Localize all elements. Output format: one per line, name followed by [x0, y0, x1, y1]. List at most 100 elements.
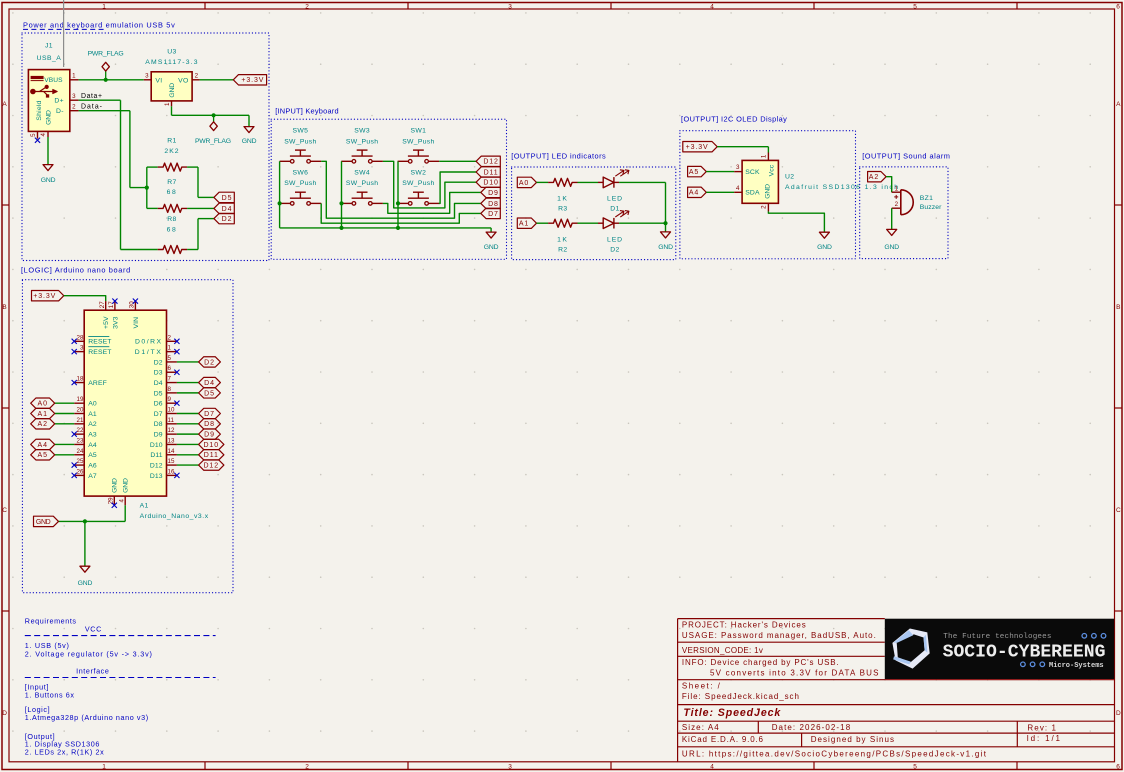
- svg-text:27: 27: [99, 301, 106, 308]
- svg-text:4: 4: [736, 185, 740, 192]
- svg-text:D7: D7: [204, 411, 215, 418]
- svg-text:D9: D9: [204, 432, 215, 439]
- svg-text:7: 7: [168, 376, 172, 383]
- svg-text:6: 6: [1116, 3, 1120, 10]
- svg-text:D9: D9: [154, 432, 163, 439]
- svg-text:AREF: AREF: [88, 380, 107, 387]
- svg-text:9: 9: [168, 396, 172, 403]
- svg-text:GND: GND: [658, 244, 673, 251]
- svg-text:Micro-Systems: Micro-Systems: [1049, 662, 1104, 670]
- svg-text:GND: GND: [45, 110, 52, 125]
- svg-text:SW_Push: SW_Push: [402, 138, 434, 145]
- svg-text:25: 25: [77, 458, 84, 465]
- svg-text:2: 2: [305, 763, 309, 770]
- svg-text:A1: A1: [38, 411, 48, 418]
- svg-text:D10: D10: [150, 442, 163, 449]
- svg-text:A0: A0: [88, 401, 97, 408]
- svg-text:GND: GND: [765, 184, 772, 199]
- svg-text:GND: GND: [36, 519, 51, 526]
- svg-text:D-: D-: [56, 108, 64, 115]
- svg-text:2: 2: [895, 201, 899, 208]
- svg-text:10: 10: [168, 407, 175, 414]
- svg-text:A0: A0: [519, 180, 529, 187]
- svg-text:R7: R7: [167, 179, 176, 186]
- svg-text:Adafruit SSD1306 1.3 inch: Adafruit SSD1306 1.3 inch: [785, 184, 899, 191]
- svg-text:5: 5: [913, 3, 917, 10]
- svg-text:D2: D2: [154, 359, 163, 366]
- svg-text:SOCIO-CYBEREENG: SOCIO-CYBEREENG: [943, 643, 1106, 663]
- svg-text:1: 1: [168, 345, 172, 352]
- svg-text:GND: GND: [484, 244, 499, 251]
- svg-text:Arduino_Nano_v3.x: Arduino_Nano_v3.x: [140, 513, 209, 520]
- svg-text:Requirements: Requirements: [25, 617, 77, 626]
- svg-text:D1/TX: D1/TX: [135, 349, 163, 356]
- svg-text:PROJECT: Hacker's Devices: PROJECT: Hacker's Devices: [682, 620, 807, 629]
- svg-text:A3: A3: [88, 432, 97, 439]
- svg-text:SW4: SW4: [354, 169, 370, 176]
- svg-text:4: 4: [710, 3, 714, 10]
- svg-text:A2: A2: [869, 174, 879, 181]
- svg-text:D: D: [1116, 710, 1121, 717]
- svg-text:RESET: RESET: [88, 349, 111, 356]
- svg-text:VERSION_CODE: 1v: VERSION_CODE: 1v: [682, 646, 763, 655]
- svg-text:LED: LED: [607, 236, 623, 243]
- svg-text:3: 3: [145, 72, 149, 79]
- svg-text:RESET: RESET: [88, 339, 111, 346]
- svg-text:D4: D4: [204, 380, 215, 387]
- svg-text:1K: 1K: [557, 236, 568, 243]
- svg-text:D: D: [2, 710, 7, 717]
- svg-text:SW_Push: SW_Push: [346, 180, 378, 187]
- svg-text:A5: A5: [88, 452, 97, 459]
- svg-text:A1: A1: [519, 221, 529, 228]
- svg-text:VO: VO: [178, 77, 189, 84]
- svg-text:Title: SpeedJeck: Title: SpeedJeck: [683, 707, 781, 719]
- svg-text:24: 24: [77, 448, 84, 455]
- svg-text:D10: D10: [483, 180, 499, 187]
- svg-text:4: 4: [710, 763, 714, 770]
- svg-text:A4: A4: [689, 190, 699, 197]
- svg-text:20: 20: [77, 407, 84, 414]
- svg-text:Power and keyboard emulation U: Power and keyboard emulation USB 5v: [23, 21, 175, 30]
- svg-text:D9: D9: [488, 190, 499, 197]
- svg-text:Vcc: Vcc: [768, 164, 775, 176]
- svg-text:1: 1: [761, 154, 768, 158]
- svg-text:J1: J1: [45, 43, 53, 50]
- svg-text:A7: A7: [88, 473, 97, 480]
- svg-text:GND: GND: [884, 244, 899, 251]
- svg-text:SW_Push: SW_Push: [402, 180, 434, 187]
- svg-text:Buzzer: Buzzer: [920, 204, 942, 211]
- svg-text:VBUS: VBUS: [44, 77, 63, 84]
- svg-text:1: 1: [164, 102, 171, 106]
- svg-text:R8: R8: [167, 216, 176, 223]
- svg-text:VI: VI: [155, 77, 162, 84]
- svg-text:U2: U2: [785, 173, 794, 180]
- svg-text:GND: GND: [242, 138, 257, 145]
- svg-text:SDA: SDA: [745, 190, 760, 197]
- svg-text:A: A: [1116, 101, 1121, 108]
- svg-text:D11: D11: [204, 452, 219, 459]
- svg-text:[OUTPUT] I2C OLED Display: [OUTPUT] I2C OLED Display: [681, 114, 787, 123]
- svg-text:28: 28: [77, 334, 84, 341]
- svg-text:1K: 1K: [557, 196, 568, 203]
- svg-text:U3: U3: [167, 49, 176, 56]
- svg-text:Sheet: /: Sheet: /: [682, 681, 722, 690]
- svg-text:15: 15: [168, 458, 175, 465]
- svg-text:D+: D+: [54, 98, 64, 105]
- svg-text:Size: A4: Size: A4: [682, 723, 720, 732]
- svg-text:A1: A1: [140, 502, 149, 509]
- svg-text:D1: D1: [610, 206, 619, 213]
- svg-text:VCC: VCC: [85, 625, 102, 634]
- svg-text:B: B: [2, 304, 6, 311]
- svg-text:2. Voltage regulator (5v -> 3.: 2. Voltage regulator (5v -> 3.3v): [25, 650, 153, 659]
- svg-text:D12: D12: [203, 462, 219, 469]
- svg-text:A4: A4: [38, 442, 48, 449]
- svg-text:GND: GND: [112, 478, 119, 493]
- svg-text:A6: A6: [88, 462, 97, 469]
- svg-text:INFO: Device charged by PC's U: INFO: Device charged by PC's USB.: [682, 658, 840, 667]
- svg-text:29: 29: [108, 497, 115, 504]
- svg-text:C: C: [1116, 507, 1121, 514]
- svg-text:D2: D2: [222, 216, 233, 223]
- svg-text:A0: A0: [38, 401, 48, 408]
- svg-text:18: 18: [77, 376, 84, 383]
- svg-text:19: 19: [77, 396, 84, 403]
